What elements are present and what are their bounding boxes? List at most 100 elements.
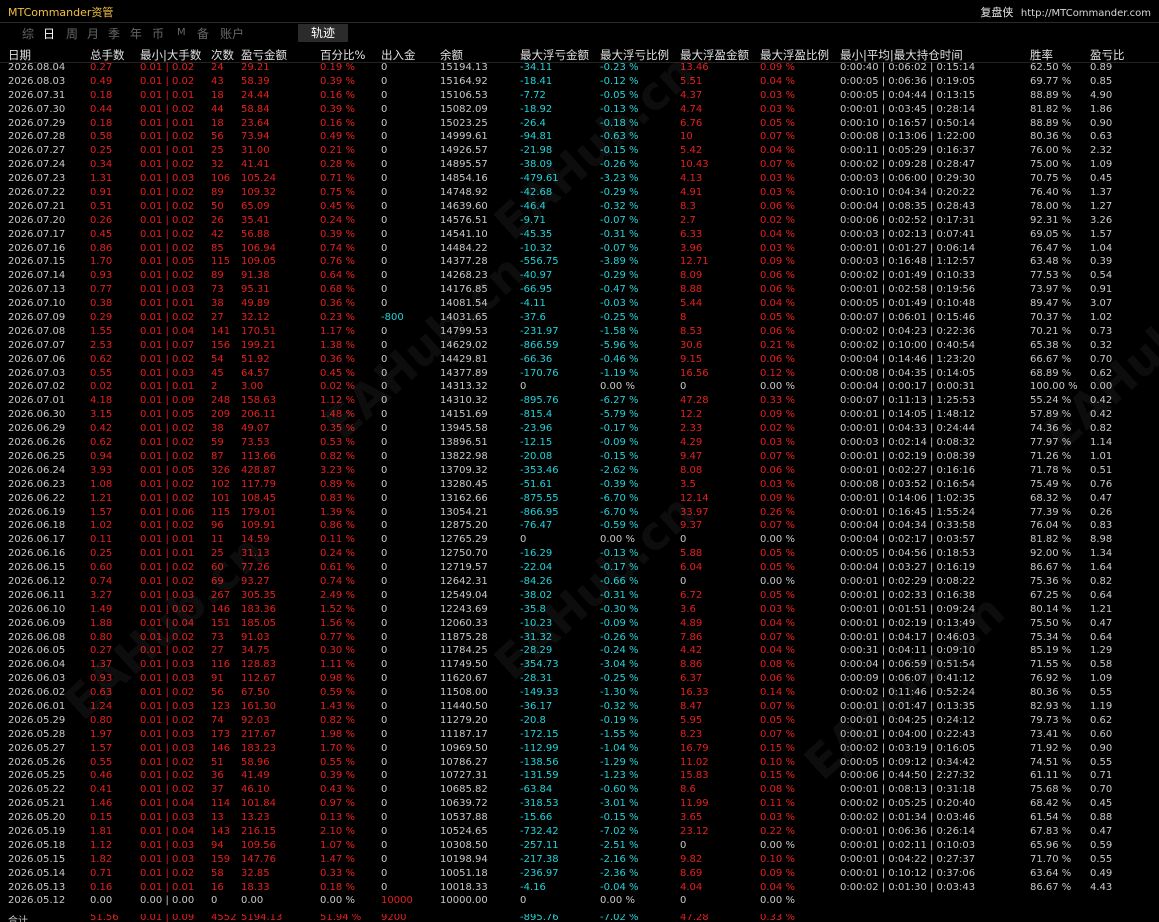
table-cell: 0.51	[90, 200, 113, 212]
table-cell: 2026.07.02	[8, 381, 66, 393]
table-row[interactable]: 2026.05.15 1.82 0.01 | 0.03 159 147.76 1.47 %…	[0, 853, 1159, 867]
table-row[interactable]: 2026.05.29 0.80 0.01 | 0.02 74 92.03 0.82 % 0 1…	[0, 714, 1159, 728]
table-row[interactable]: 2026.06.23 1.08 0.01 | 0.02 102 117.79 0.89 %…	[0, 478, 1159, 492]
table-row[interactable]: 2026.06.01 1.24 0.01 | 0.03 123 161.30 1.43 %…	[0, 700, 1159, 714]
table-row[interactable]: 2026.06.11 3.27 0.01 | 0.03 267 305.35 2.49 %…	[0, 589, 1159, 603]
table-row[interactable]: 2026.07.17 0.45 0.01 | 0.02 42 56.88 0.39 % 0 1…	[0, 228, 1159, 242]
table-row[interactable]: 2026.06.16 0.25 0.01 | 0.01 25 31.13 0.24 % 0 1…	[0, 547, 1159, 561]
table-row[interactable]: 2026.06.08 0.80 0.01 | 0.02 73 91.03 0.77 % 0 1…	[0, 631, 1159, 645]
table-row[interactable]: 2026.05.21 1.46 0.01 | 0.04 114 101.84 0.97 %…	[0, 797, 1159, 811]
table-cell: 0.01 | 0.04	[140, 798, 195, 810]
table-cell: 10	[680, 131, 693, 143]
table-cell: 305.35	[241, 589, 276, 601]
tab-5[interactable]: 年	[130, 25, 142, 42]
table-cell: 0.82 %	[320, 714, 355, 726]
table-row[interactable]: 2026.07.03 0.55 0.01 | 0.03 45 64.57 0.45 % 0 1…	[0, 367, 1159, 381]
table-row[interactable]: 2026.05.13 0.16 0.01 | 0.01 16 18.33 0.18 % 0 1…	[0, 881, 1159, 895]
table-row[interactable]: 2026.07.24 0.34 0.01 | 0.02 32 41.41 0.28 % 0 1…	[0, 158, 1159, 172]
table-cell: 14926.57	[440, 145, 488, 157]
table-cell: 0.00 %	[760, 839, 795, 851]
table-row[interactable]: 2026.06.10 1.49 0.01 | 0.02 146 183.36 1.52 %…	[0, 603, 1159, 617]
table-row[interactable]: 2026.06.30 3.15 0.01 | 0.05 209 206.11 1.48 %…	[0, 408, 1159, 422]
table-row[interactable]: 2026.08.03 0.49 0.01 | 0.02 43 58.39 0.39 % 0 1…	[0, 75, 1159, 89]
table-row[interactable]: 2026.06.17 0.11 0.01 | 0.01 11 14.59 0.11 % 0 1…	[0, 533, 1159, 547]
table-cell: 0.63	[1090, 131, 1113, 143]
tab-9[interactable]: 账户	[220, 25, 244, 42]
table-row[interactable]: 2026.06.26 0.62 0.01 | 0.02 59 73.53 0.53 % 0 1…	[0, 436, 1159, 450]
table-cell: 1.37	[90, 659, 113, 671]
table-row[interactable]: 2026.06.18 1.02 0.01 | 0.02 96 109.91 0.86 % 0…	[0, 519, 1159, 533]
table-row[interactable]: 2026.07.30 0.44 0.01 | 0.02 44 58.84 0.39 % 0 1…	[0, 103, 1159, 117]
table-row[interactable]: 2026.06.05 0.27 0.01 | 0.02 27 34.75 0.30 % 0 1…	[0, 644, 1159, 658]
table-row[interactable]: 2026.06.04 1.37 0.01 | 0.03 116 128.83 1.11 %…	[0, 658, 1159, 672]
table-row[interactable]: 2026.05.28 1.97 0.01 | 0.03 173 217.67 1.98 %…	[0, 728, 1159, 742]
table-row[interactable]: 2026.05.18 1.12 0.01 | 0.03 94 109.56 1.07 % 0…	[0, 839, 1159, 853]
table-row[interactable]: 2026.05.27 1.57 0.01 | 0.03 146 183.23 1.70 %…	[0, 742, 1159, 756]
table-row[interactable]: 2026.06.19 1.57 0.01 | 0.06 115 179.01 1.39 %…	[0, 506, 1159, 520]
table-cell: 0:00:01 | 0:04:33 | 0:24:44	[840, 423, 976, 435]
table-row[interactable]: 2026.07.07 2.53 0.01 | 0.07 156 199.21 1.38 %…	[0, 339, 1159, 353]
table-row[interactable]: 2026.07.06 0.62 0.01 | 0.02 54 51.92 0.36 % 0 1…	[0, 353, 1159, 367]
tab-4[interactable]: 季	[108, 25, 120, 42]
table-row[interactable]: 2026.05.26 0.55 0.01 | 0.02 51 58.96 0.55 % 0 1…	[0, 756, 1159, 770]
tab-2[interactable]: 周	[66, 25, 78, 42]
table-row[interactable]: 2026.07.09 0.29 0.01 | 0.02 27 32.12 0.23 % -8…	[0, 311, 1159, 325]
table-row[interactable]: 2026.07.16 0.86 0.01 | 0.02 85 106.94 0.74 % 0…	[0, 242, 1159, 256]
table-cell: 1.48 %	[320, 409, 355, 421]
table-row[interactable]: 2026.07.08 1.55 0.01 | 0.04 141 170.51 1.17 %…	[0, 325, 1159, 339]
table-row[interactable]: 2026.06.22 1.21 0.01 | 0.02 101 108.45 0.83 %…	[0, 492, 1159, 506]
table-row[interactable]: 2026.07.27 0.25 0.01 | 0.01 25 31.00 0.21 % 0 1…	[0, 144, 1159, 158]
table-row[interactable]: 2026.07.28 0.58 0.01 | 0.02 56 73.94 0.49 % 0 1…	[0, 130, 1159, 144]
table-row[interactable]: 2026.07.13 0.77 0.01 | 0.03 73 95.31 0.68 % 0 1…	[0, 283, 1159, 297]
table-cell: 31.00	[241, 145, 270, 157]
table-cell: 14629.02	[440, 339, 488, 351]
table-row[interactable]: 2026.06.25 0.94 0.01 | 0.02 87 113.66 0.82 % 0…	[0, 450, 1159, 464]
summary-cell: 9200	[381, 914, 407, 922]
table-row[interactable]: 2026.06.29 0.42 0.01 | 0.02 38 49.07 0.35 % 0 1…	[0, 422, 1159, 436]
table-row[interactable]: 2026.05.14 0.71 0.01 | 0.02 58 32.85 0.33 % 0 1…	[0, 867, 1159, 881]
table-row[interactable]: 2026.07.23 1.31 0.01 | 0.03 106 105.24 0.71 %…	[0, 172, 1159, 186]
tab-0[interactable]: 综	[22, 25, 34, 42]
table-cell: 10786.27	[440, 756, 488, 768]
tab-1[interactable]: 日	[43, 25, 55, 42]
table-row[interactable]: 2026.07.14 0.93 0.01 | 0.02 89 91.38 0.64 % 0 1…	[0, 269, 1159, 283]
table-cell: 14895.57	[440, 159, 488, 171]
table-row[interactable]: 2026.06.12 0.74 0.01 | 0.02 69 93.27 0.74 % 0 1…	[0, 575, 1159, 589]
brand-url-link[interactable]: http://MTCommander.com	[1021, 8, 1151, 19]
table-cell: 1.70	[90, 256, 113, 268]
table-cell: 0.01 | 0.02	[140, 756, 195, 768]
table-row[interactable]: 2026.07.21 0.51 0.01 | 0.02 50 65.09 0.45 % 0 1…	[0, 200, 1159, 214]
table-row[interactable]: 2026.07.15 1.70 0.01 | 0.05 115 109.05 0.76 %…	[0, 255, 1159, 269]
daily-stats-table[interactable]: 2026.08.04 0.27 0.01 | 0.02 24 29.21 0.19 % 0 1…	[0, 61, 1159, 908]
track-button[interactable]: 轨迹	[298, 24, 348, 42]
table-cell: 0.01 | 0.02	[140, 75, 195, 87]
table-row[interactable]: 2026.07.22 0.91 0.01 | 0.02 89 109.32 0.75 % 0…	[0, 186, 1159, 200]
table-cell: 65.09	[241, 200, 270, 212]
table-row[interactable]: 2026.07.02 0.02 0.01 | 0.01 2 3.00 0.02 % 0 143…	[0, 380, 1159, 394]
table-cell: 0.39	[1090, 256, 1113, 268]
table-row[interactable]: 2026.07.20 0.26 0.01 | 0.02 26 35.41 0.24 % 0 1…	[0, 214, 1159, 228]
table-row[interactable]: 2026.05.25 0.46 0.01 | 0.02 36 41.49 0.39 % 0 1…	[0, 769, 1159, 783]
table-row[interactable]: 2026.06.09 1.88 0.01 | 0.04 151 185.05 1.56 %…	[0, 617, 1159, 631]
table-row[interactable]: 2026.07.29 0.18 0.01 | 0.01 18 23.64 0.16 % 0 1…	[0, 117, 1159, 131]
tab-7[interactable]: M	[177, 27, 186, 38]
tab-6[interactable]: 币	[152, 25, 164, 42]
table-row[interactable]: 2026.05.12 0.00 0.00 | 0.00 0 0.00 0.00 % 1000…	[0, 894, 1159, 908]
table-row[interactable]: 2026.07.10 0.38 0.01 | 0.01 38 49.89 0.36 % 0 1…	[0, 297, 1159, 311]
table-cell: 0.01 | 0.02	[140, 770, 195, 782]
table-row[interactable]: 2026.05.22 0.41 0.01 | 0.02 37 46.10 0.43 % 0 1…	[0, 783, 1159, 797]
table-cell: 8.08	[680, 464, 703, 476]
tab-8[interactable]: 备	[197, 25, 209, 42]
table-row[interactable]: 2026.05.19 1.81 0.01 | 0.04 143 216.15 2.10 %…	[0, 825, 1159, 839]
tab-3[interactable]: 月	[87, 25, 99, 42]
table-row[interactable]: 2026.08.04 0.27 0.01 | 0.02 24 29.21 0.19 % 0 1…	[0, 61, 1159, 75]
table-row[interactable]: 2026.06.24 3.93 0.01 | 0.05 326 428.87 3.23 %…	[0, 464, 1159, 478]
table-cell: 11508.00	[440, 687, 488, 699]
table-row[interactable]: 2026.05.20 0.15 0.01 | 0.03 13 13.23 0.13 % 0 1…	[0, 811, 1159, 825]
table-row[interactable]: 2026.07.01 4.18 0.01 | 0.09 248 158.63 1.12 %…	[0, 394, 1159, 408]
table-row[interactable]: 2026.06.03 0.93 0.01 | 0.03 91 112.67 0.98 % 0…	[0, 672, 1159, 686]
table-row[interactable]: 2026.07.31 0.18 0.01 | 0.01 18 24.44 0.16 % 0 1…	[0, 89, 1159, 103]
table-cell: 0.10 %	[760, 853, 795, 865]
table-row[interactable]: 2026.06.15 0.60 0.01 | 0.02 60 77.26 0.61 % 0 1…	[0, 561, 1159, 575]
table-row[interactable]: 2026.06.02 0.63 0.01 | 0.02 56 67.50 0.59 % 0 1…	[0, 686, 1159, 700]
